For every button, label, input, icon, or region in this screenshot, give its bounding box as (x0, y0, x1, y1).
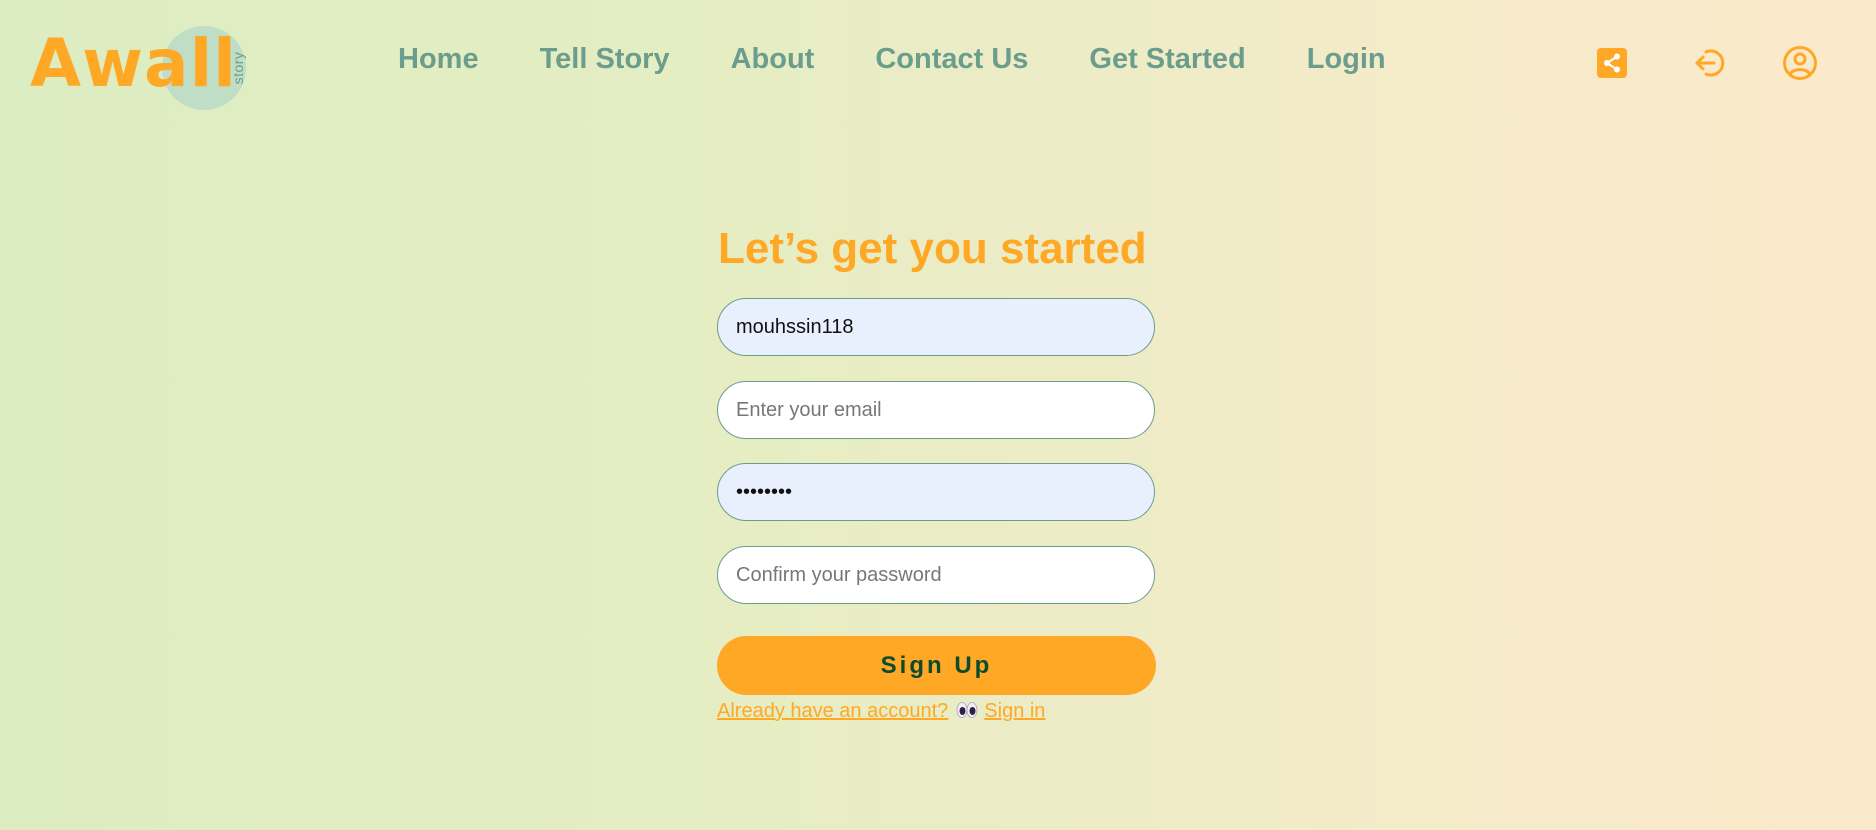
sign-in-label: Sign in (984, 700, 1046, 722)
nav-get-started[interactable]: Get Started (1089, 40, 1245, 78)
nav-tell-story[interactable]: Tell Story (540, 40, 670, 78)
sign-in-link[interactable]: Already have an account? Sign in (717, 700, 1045, 725)
eyes-emoji-icon (956, 701, 978, 725)
main-nav: Home Tell Story About Contact Us Get Sta… (398, 40, 1386, 78)
logo-subtext: story (230, 51, 246, 85)
sign-in-prompt: Already have an account? (717, 700, 949, 722)
logo[interactable]: Awall story (30, 24, 255, 114)
logout-icon[interactable] (1691, 44, 1729, 82)
page-title: Let’s get you started (718, 224, 1147, 273)
nav-login[interactable]: Login (1307, 40, 1386, 78)
sign-up-button[interactable]: Sign Up (717, 636, 1156, 695)
email-field[interactable] (717, 381, 1155, 439)
nav-contact-us[interactable]: Contact Us (875, 40, 1028, 78)
nav-about[interactable]: About (731, 40, 815, 78)
confirm-password-field[interactable] (717, 546, 1155, 604)
nav-home[interactable]: Home (398, 40, 479, 78)
username-field[interactable] (717, 298, 1155, 356)
account-icon[interactable] (1781, 44, 1819, 82)
password-field[interactable] (717, 463, 1155, 521)
share-icon[interactable] (1593, 44, 1631, 82)
logo-wordmark: Awall (30, 25, 237, 102)
